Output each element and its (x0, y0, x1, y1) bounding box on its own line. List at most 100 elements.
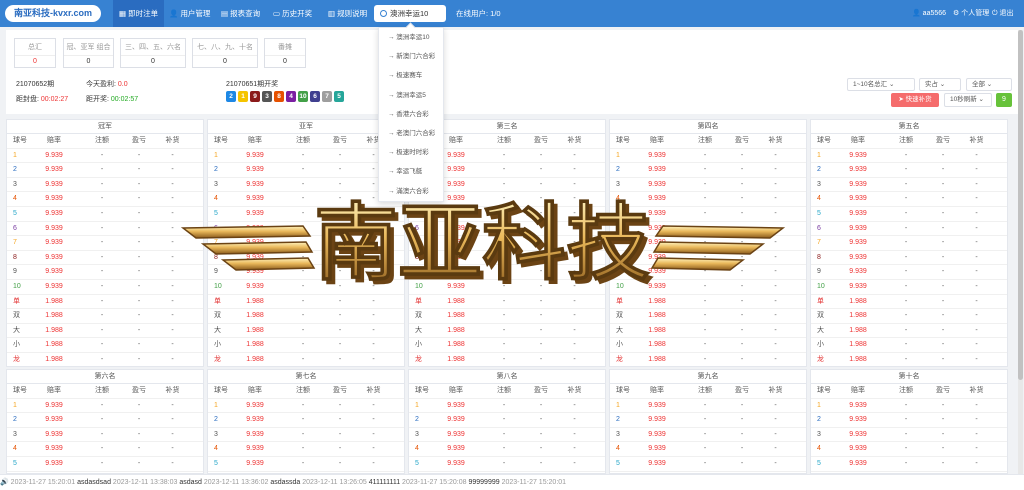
odds-value[interactable]: 9.939 (27, 222, 81, 236)
odds-value[interactable]: 9.939 (831, 251, 885, 265)
restock[interactable]: - (155, 295, 190, 309)
table-row[interactable]: 29.939--- (208, 163, 404, 178)
table-row[interactable]: 29.939--- (7, 413, 203, 428)
restock[interactable]: - (155, 457, 190, 471)
table-row[interactable]: 29.939--- (409, 413, 605, 428)
restock[interactable]: - (959, 295, 994, 309)
table-row[interactable]: 29.939--- (7, 163, 203, 178)
user-name[interactable]: 👤 aa5566 (912, 0, 946, 27)
summary-7-10[interactable]: 七、八、九、十名 0 (192, 38, 258, 68)
table-row[interactable]: 3 9.939 - - - (610, 428, 806, 443)
restock[interactable]: - (356, 309, 391, 323)
table-row[interactable]: 79.939--- (7, 236, 203, 251)
restock[interactable]: - (557, 149, 592, 163)
restock[interactable]: - (356, 338, 391, 352)
odds-value[interactable]: 9.939 (831, 442, 885, 456)
restock[interactable]: - (557, 457, 592, 471)
summary-3-6[interactable]: 三、四、五、六名 0 (120, 38, 186, 68)
odds-value[interactable]: 9.939 (27, 163, 81, 177)
odds-value[interactable]: 9.939 (27, 457, 81, 471)
table-row[interactable]: 49.939--- (610, 442, 806, 457)
table-row[interactable]: 单 1.988 - - - (7, 295, 203, 310)
odds-value[interactable]: 9.939 (429, 399, 483, 413)
restock[interactable]: - (557, 353, 592, 366)
odds-value[interactable]: 9.939 (27, 413, 81, 427)
restock[interactable]: - (959, 399, 994, 413)
restock[interactable]: - (758, 149, 793, 163)
odds-value[interactable]: 9.939 (228, 442, 282, 456)
restock[interactable]: - (758, 353, 793, 366)
odds-value[interactable]: 9.939 (228, 413, 282, 427)
restock[interactable]: - (959, 251, 994, 265)
table-row[interactable]: 小 1.988 - - - (409, 338, 605, 353)
dropdown-item[interactable]: → 极速赛车 (379, 66, 443, 85)
restock[interactable]: - (758, 295, 793, 309)
restock[interactable]: - (155, 399, 190, 413)
table-row[interactable]: 龙 1.988 - - - (208, 353, 404, 366)
table-row[interactable]: 49.939--- (409, 442, 605, 457)
restock[interactable]: - (557, 442, 592, 456)
restock[interactable]: - (959, 149, 994, 163)
odds-value[interactable]: 1.988 (429, 338, 483, 352)
table-row[interactable]: 双 1.988 - - - (7, 309, 203, 324)
table-row[interactable]: 29.939--- (610, 413, 806, 428)
odds-value[interactable]: 1.988 (831, 324, 885, 338)
table-row[interactable]: 8 9.939 - - - (811, 251, 1007, 266)
restock[interactable]: - (356, 442, 391, 456)
table-row[interactable]: 49.939--- (7, 192, 203, 207)
table-row[interactable]: 单 1.988 - - - (409, 295, 605, 310)
odds-value[interactable]: 9.939 (228, 178, 282, 192)
odds-value[interactable]: 9.939 (831, 222, 885, 236)
odds-value[interactable]: 1.988 (630, 353, 684, 366)
table-row[interactable]: 29.939--- (811, 163, 1007, 178)
restock[interactable]: - (557, 428, 592, 442)
odds-value[interactable]: 1.988 (27, 353, 81, 366)
table-row[interactable]: 5 9.939 - - - (409, 457, 605, 472)
table-row[interactable]: 双 1.988 - - - (610, 309, 806, 324)
odds-value[interactable]: 9.939 (27, 251, 81, 265)
refresh-count-button[interactable]: 9 (996, 93, 1012, 107)
odds-value[interactable]: 1.988 (228, 338, 282, 352)
restock[interactable]: - (959, 192, 994, 206)
table-row[interactable]: 双 1.988 - - - (208, 309, 404, 324)
table-row[interactable]: 49.939--- (811, 192, 1007, 207)
restock[interactable]: - (758, 428, 793, 442)
table-row[interactable]: 龙 1.988 - - - (409, 353, 605, 366)
table-row[interactable]: 龙 1.988 - - - (811, 353, 1007, 366)
table-row[interactable]: 大 1.988 - - - (7, 324, 203, 339)
odds-value[interactable]: 1.988 (630, 295, 684, 309)
odds-value[interactable]: 9.939 (27, 178, 81, 192)
profile-link[interactable]: ⚙ 个人管理 (953, 0, 989, 27)
odds-value[interactable]: 9.939 (630, 178, 684, 192)
table-row[interactable]: 3 9.939 - - - (811, 428, 1007, 443)
table-row[interactable]: 小 1.988 - - - (208, 338, 404, 353)
odds-value[interactable]: 9.939 (630, 457, 684, 471)
restock[interactable]: - (155, 149, 190, 163)
dropdown-item[interactable]: → 香港六合彩 (379, 105, 443, 124)
odds-value[interactable]: 9.939 (27, 280, 81, 294)
restock[interactable]: - (155, 442, 190, 456)
restock[interactable]: - (959, 338, 994, 352)
table-row[interactable]: 69.939--- (7, 222, 203, 237)
odds-value[interactable]: 1.988 (429, 309, 483, 323)
restock[interactable]: - (959, 178, 994, 192)
table-row[interactable]: 龙 1.988 - - - (7, 353, 203, 366)
restock[interactable]: - (557, 178, 592, 192)
restock[interactable]: - (959, 236, 994, 250)
restock[interactable]: - (959, 163, 994, 177)
odds-value[interactable]: 9.939 (27, 149, 81, 163)
restock[interactable]: - (959, 265, 994, 279)
table-row[interactable]: 9 9.939 - - - (811, 265, 1007, 280)
restock[interactable]: - (356, 324, 391, 338)
lottery-select[interactable]: 澳洲幸运10 (374, 5, 446, 22)
odds-value[interactable]: 9.939 (630, 442, 684, 456)
table-row[interactable]: 大 1.988 - - - (811, 324, 1007, 339)
scope-select[interactable]: 1~10名总汇 ⌄ (847, 78, 915, 91)
odds-value[interactable]: 9.939 (630, 163, 684, 177)
restock[interactable]: - (758, 309, 793, 323)
odds-value[interactable]: 9.939 (831, 178, 885, 192)
restock[interactable]: - (155, 353, 190, 366)
page-scrollbar[interactable] (1018, 30, 1023, 474)
table-row[interactable]: 1 9.939 - - - (409, 399, 605, 414)
table-row[interactable]: 1 9.939 - - - (610, 399, 806, 414)
